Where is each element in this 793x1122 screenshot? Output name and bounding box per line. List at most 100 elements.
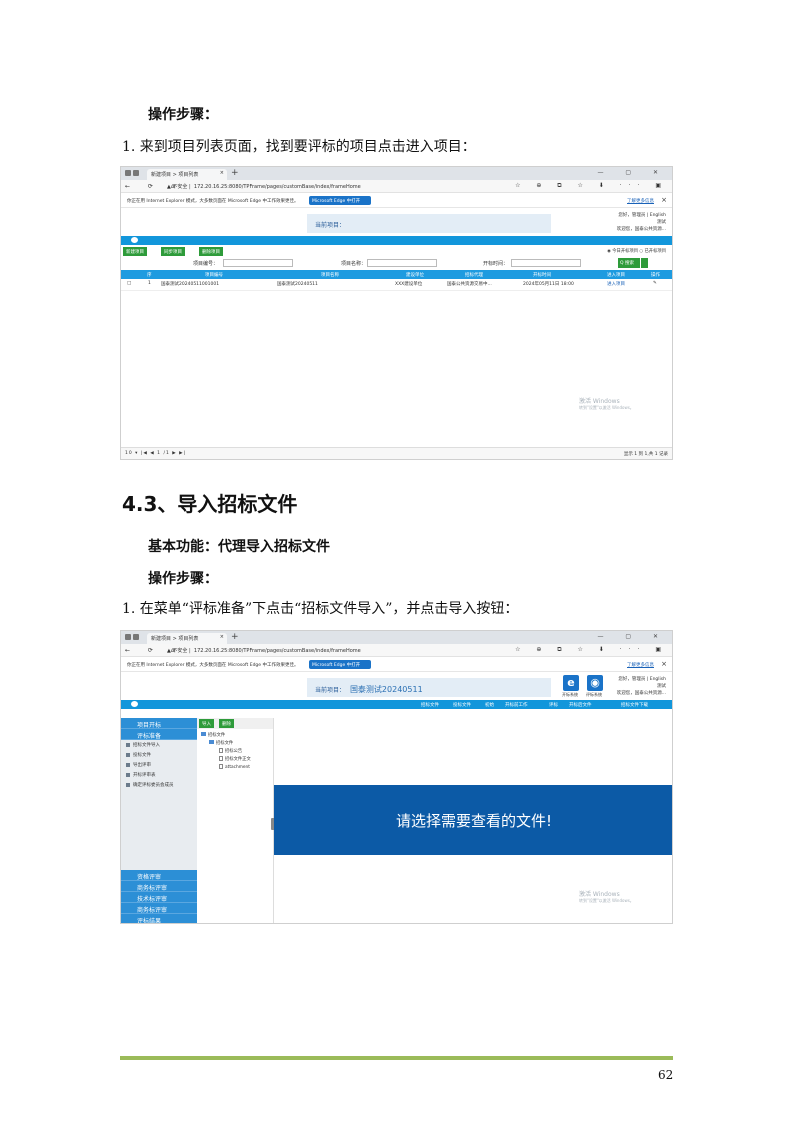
- nav-item-technical[interactable]: 技术标评审: [121, 892, 197, 903]
- window-controls[interactable]: — ▢ ✕: [597, 633, 668, 640]
- ie-message: 你正在用 Internet Explorer 模式，大多数页面在 Microso…: [127, 199, 299, 204]
- watermark-title: 激活 Windows: [579, 891, 620, 898]
- nav-item-eval-prep[interactable]: 评标准备: [121, 729, 197, 740]
- watermark-sub: 转到"设置"以激活 Windows。: [579, 405, 634, 410]
- menu-item-pre-open[interactable]: 开标前工作: [505, 702, 528, 708]
- watermark-title: 激活 Windows: [579, 398, 620, 405]
- file-viewer: 请选择需要查看的文件! 激活 Windows 转到"设置"以激活 Windows…: [274, 718, 672, 923]
- url-field[interactable]: ▲ 不安全 | 172.20.16.25:8080/TPFrame/pages/…: [167, 646, 547, 655]
- nav-sub-committee[interactable]: 确定评标委员会成员: [121, 780, 197, 790]
- browser-tab[interactable]: 新建项目 > 项目列表 ×: [147, 633, 227, 644]
- col-project-name: 项目名称: [321, 273, 339, 278]
- windows-watermark: 激活 Windows 转到"设置"以激活 Windows。: [579, 399, 634, 411]
- url-field[interactable]: ▲ 不安全 | 172.20.16.25:8080/TPFrame/pages/…: [167, 182, 547, 191]
- tree-root[interactable]: 招标文件: [197, 732, 273, 740]
- project-filter-radio[interactable]: ◉ 今日开标项目 ○ 已开标项目: [607, 248, 666, 254]
- windows-watermark: 激活 Windows 转到"设置"以激活 Windows。: [579, 892, 634, 904]
- nav-item-result[interactable]: 评标结果: [121, 914, 197, 923]
- filter-row: 项目编号： 项目名称： 开标时间： Q 搜索: [121, 256, 672, 270]
- search-button[interactable]: Q 搜索: [618, 258, 640, 268]
- ie-message: 你正在用 Internet Explorer 模式，大多数页面在 Microso…: [127, 663, 299, 668]
- open-in-edge-button[interactable]: Microsoft Edge 中打开: [309, 660, 371, 669]
- browser-tab[interactable]: 新建项目 > 项目列表 ×: [147, 169, 227, 180]
- enter-project-link[interactable]: 进入项目: [607, 281, 625, 287]
- nav-item-commercial-1[interactable]: 商务标评审: [121, 881, 197, 892]
- new-tab-icon[interactable]: +: [231, 168, 239, 178]
- user-line-3: 欢迎您，国泰公共资源...: [616, 227, 666, 232]
- chat-icon[interactable]: [131, 701, 138, 707]
- tree-file[interactable]: 招标文件正文: [197, 756, 273, 764]
- pager-controls[interactable]: 10 ▾ |◀ ◀ 1 /1 ▶ ▶|: [125, 451, 186, 456]
- browser-tab-bar: 新建项目 > 项目列表 × + — ▢ ✕: [121, 167, 672, 180]
- row-project-name: 国泰测试20240511: [277, 282, 318, 287]
- col-action: 操作: [651, 273, 660, 278]
- watermark-sub: 转到"设置"以激活 Windows。: [579, 898, 634, 903]
- menu-item-download[interactable]: 招标文件下载: [621, 702, 648, 708]
- col-project-no: 项目编号: [205, 273, 223, 278]
- tree-folder[interactable]: 招标文件: [197, 740, 273, 748]
- user-line-1[interactable]: 您好，管理员 | English: [617, 676, 666, 683]
- open-bid-system-label: 开标系统: [562, 692, 578, 697]
- menu-item-tender-file[interactable]: 招标文件: [421, 702, 439, 708]
- edit-icon[interactable]: ✎: [653, 281, 657, 286]
- row-index: 1: [148, 281, 151, 286]
- tab-close-icon[interactable]: ×: [220, 634, 224, 640]
- import-button[interactable]: 导入: [199, 719, 214, 728]
- row-build-unit: XXX建设单位: [395, 282, 423, 287]
- window-controls[interactable]: — ▢ ✕: [597, 169, 668, 176]
- nav-item-commercial-2[interactable]: 商务标评审: [121, 903, 197, 914]
- menu-item-initial[interactable]: 初始: [485, 702, 494, 708]
- browser-tools[interactable]: ☆ ⊕ ⧉ ☆ ⬇ ··· ▣: [515, 182, 668, 190]
- tree-toolbar: 导入 删除: [197, 718, 273, 729]
- nav-sub-export-review[interactable]: 导出评审: [121, 760, 197, 770]
- tab-close-icon[interactable]: ×: [220, 170, 224, 176]
- not-secure-label: ▲ 不安全: [167, 648, 188, 654]
- file-icon: [219, 756, 223, 761]
- learn-more-link[interactable]: 了解更多信息: [627, 198, 654, 204]
- nav-item-project-open[interactable]: 项目开标: [121, 718, 197, 729]
- menu-bar: [121, 236, 672, 245]
- nav-sub-review-table[interactable]: 开标评审表: [121, 770, 197, 780]
- open-bid-system-icon[interactable]: e: [563, 675, 579, 691]
- search-options-button[interactable]: [641, 258, 648, 268]
- learn-more-link[interactable]: 了解更多信息: [627, 662, 654, 668]
- project-no-input[interactable]: [223, 259, 293, 267]
- table-row[interactable]: □ 1 国泰测试20240511001001 国泰测试20240511 XXX建…: [121, 279, 672, 291]
- close-icon[interactable]: ×: [661, 660, 667, 668]
- menu-item-post-open[interactable]: 开标后文件: [569, 702, 592, 708]
- delete-project-button[interactable]: 删除项目: [199, 247, 223, 256]
- nav-item-qualification[interactable]: 资格评审: [121, 870, 197, 881]
- folder-icon: [209, 740, 214, 744]
- menu-item-evaluate[interactable]: 评标: [549, 702, 558, 708]
- evaluation-system-label: 评标系统: [586, 692, 602, 697]
- user-line-1[interactable]: 您好，管理员 | English: [617, 212, 666, 219]
- evaluation-system-icon[interactable]: ◉: [587, 675, 603, 691]
- url-text: 172.20.16.25:8080/TPFrame/pages/customBa…: [193, 648, 361, 654]
- tree-file-label: 招标公告: [225, 749, 243, 754]
- pager-summary: 显示 1 到 1,共 1 记录: [623, 452, 668, 457]
- chat-icon[interactable]: [131, 237, 138, 243]
- tab-actions-icon[interactable]: [125, 170, 143, 177]
- project-name-input[interactable]: [367, 259, 437, 267]
- menu-item-bid-file[interactable]: 投标文件: [453, 702, 471, 708]
- sync-project-button[interactable]: 同步项目: [161, 247, 185, 256]
- tab-actions-icon[interactable]: [125, 634, 143, 641]
- new-project-button[interactable]: 新建项目: [123, 247, 147, 256]
- close-icon[interactable]: ×: [661, 196, 667, 204]
- step-2-text: 1. 在菜单“评标准备”下点击“招标文件导入”，并点击导入按钮：: [122, 601, 519, 617]
- row-checkbox[interactable]: □: [127, 281, 131, 286]
- browser-tools[interactable]: ☆ ⊕ ⧉ ☆ ⬇ ··· ▣: [515, 646, 668, 654]
- tree-file[interactable]: attachment: [197, 764, 273, 772]
- bid-time-input[interactable]: [511, 259, 581, 267]
- open-in-edge-button[interactable]: Microsoft Edge 中打开: [309, 196, 371, 205]
- page-number: 62: [658, 1068, 674, 1082]
- delete-button[interactable]: 删除: [219, 719, 234, 728]
- bid-time-label: 开标时间：: [483, 261, 509, 267]
- file-icon: [219, 748, 223, 753]
- tree-file[interactable]: 招标公告: [197, 748, 273, 756]
- nav-sub-import-tender[interactable]: 招标文件导入: [121, 740, 197, 750]
- col-bid-time: 开标时间: [533, 273, 551, 278]
- new-tab-icon[interactable]: +: [231, 632, 239, 642]
- steps-heading-2: 操作步骤：: [148, 571, 218, 587]
- nav-sub-bid-file[interactable]: 投标文件: [121, 750, 197, 760]
